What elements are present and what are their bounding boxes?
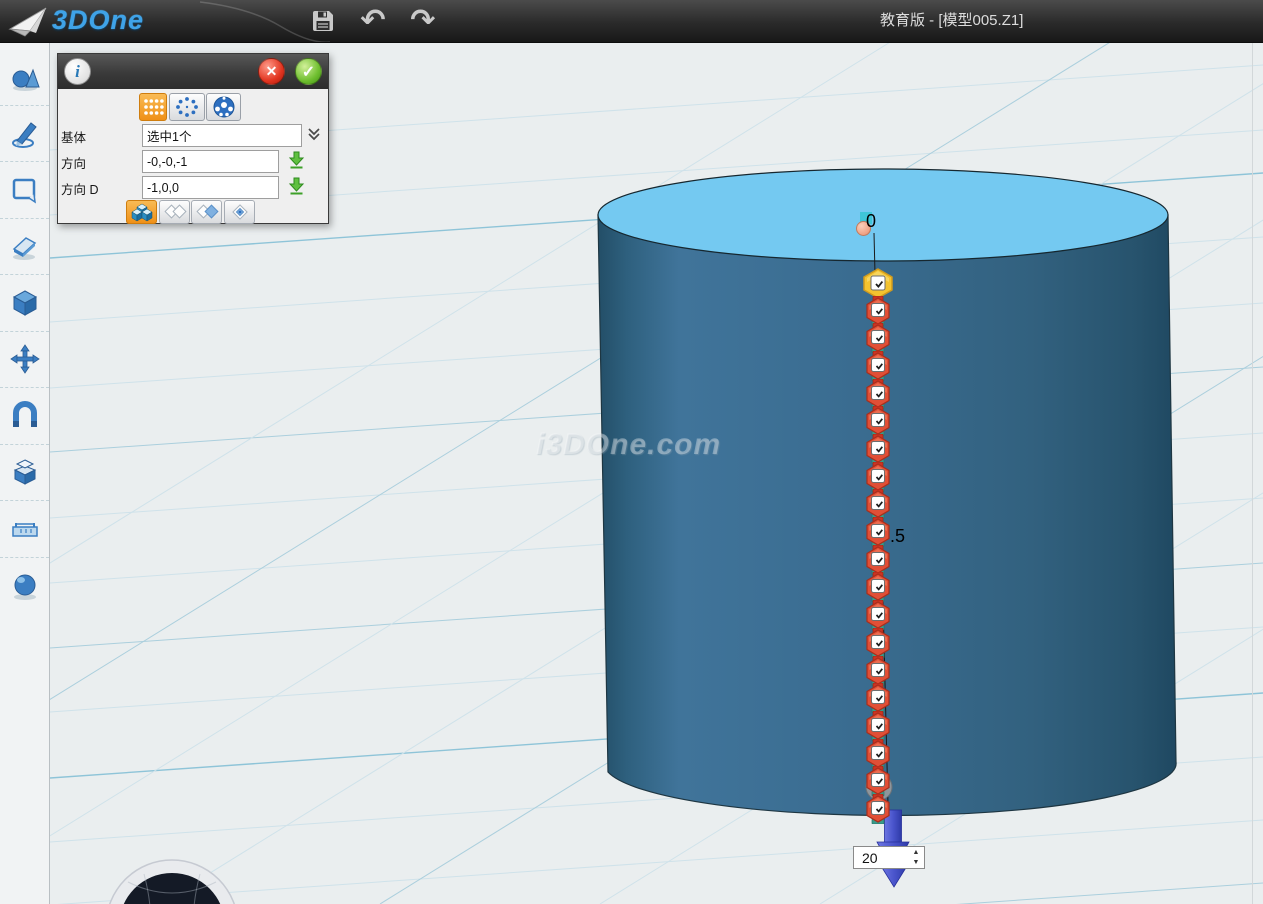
eraser-icon [9, 230, 41, 262]
field-label-direction-d: 方向 D [61, 179, 141, 198]
field-label-base: 基体 [61, 127, 141, 146]
sidebar-item-move[interactable] [0, 332, 49, 389]
sidebar-item-eraser[interactable] [0, 219, 49, 276]
option-diamond-dot[interactable] [224, 200, 255, 224]
direction-input[interactable] [142, 150, 279, 173]
sidebar-item-primitives[interactable] [0, 49, 49, 106]
cylinder-top-face[interactable] [598, 169, 1168, 261]
application-window: i3DOne.com 0 .5 ▲ ▼ [0, 0, 1263, 904]
primitives-icon [9, 61, 41, 93]
option-diamond-blue[interactable] [191, 200, 222, 224]
direction-d-input[interactable] [142, 176, 279, 199]
sidebar-item-solid[interactable] [0, 275, 49, 332]
check-icon: ✓ [302, 62, 315, 82]
sphere-pattern-icon [212, 95, 236, 119]
tool-sidebar [0, 42, 50, 904]
green-pick-arrow-icon [288, 150, 305, 169]
close-icon: ✕ [266, 63, 278, 80]
cancel-button[interactable]: ✕ [258, 58, 285, 85]
move-icon [9, 343, 41, 375]
green-pick-arrow-icon [288, 176, 305, 195]
sidebar-item-assembly[interactable] [0, 388, 49, 445]
window-title: 教育版 - [模型005.Z1] [880, 0, 1023, 42]
sketch-pen-icon [9, 117, 41, 149]
option-pattern-geometry[interactable] [126, 200, 157, 224]
pattern-dialog: i ✕ ✓ [57, 53, 329, 224]
sidebar-item-measure[interactable] [0, 501, 49, 558]
sidebar-item-material[interactable] [0, 558, 49, 614]
title-bar: 3DOne ↶ ↷ 教育版 - [模型005 [0, 0, 1263, 43]
pattern-instance-marker[interactable] [865, 794, 891, 829]
sketch-plane-icon [9, 174, 41, 206]
option-diamond-pair[interactable] [159, 200, 190, 224]
sidebar-item-sketch[interactable] [0, 106, 49, 163]
tab-linear-pattern[interactable] [139, 93, 167, 121]
viewport-right-border [1252, 42, 1253, 904]
pattern-cubes-icon [129, 201, 155, 223]
tab-sphere-pattern[interactable] [206, 93, 241, 121]
sidebar-item-sketch-plane[interactable] [0, 162, 49, 219]
brand-name: 3DOne [52, 5, 144, 36]
material-sphere-icon [9, 569, 41, 601]
base-selection-input[interactable] [142, 124, 302, 147]
diamond-dot-icon [227, 202, 253, 222]
tab-circular-pattern[interactable] [169, 93, 205, 121]
solid-cube-icon [9, 287, 41, 319]
field-label-direction: 方向 [61, 153, 141, 172]
spacing-label: .5 [890, 526, 905, 547]
magnet-assembly-icon [9, 400, 41, 432]
pick-direction-d-button[interactable] [288, 176, 306, 194]
diamond-blue-icon [194, 202, 220, 222]
sidebar-item-combine[interactable] [0, 445, 49, 502]
circular-pattern-icon [175, 96, 199, 118]
pattern-count-box: ▲ ▼ [853, 846, 925, 869]
redo-button[interactable]: ↷ [406, 4, 440, 38]
paper-plane-icon [6, 3, 48, 37]
redo-icon: ↷ [410, 6, 435, 36]
diamond-pair-icon [162, 202, 188, 222]
confirm-button[interactable]: ✓ [295, 58, 322, 85]
combine-icon [9, 456, 41, 488]
spinner-down-icon[interactable]: ▼ [908, 858, 924, 868]
expand-button[interactable] [306, 126, 324, 144]
save-button[interactable] [306, 4, 340, 38]
undo-icon: ↶ [360, 6, 385, 36]
view-navigation-cube[interactable] [98, 852, 246, 904]
count-spinner: ▲ ▼ [908, 847, 924, 868]
pattern-count-input[interactable] [854, 847, 908, 868]
save-icon [311, 9, 335, 33]
spinner-up-icon[interactable]: ▲ [908, 848, 924, 858]
chevron-double-down-icon [306, 126, 322, 142]
dialog-title-bar: i ✕ ✓ [58, 54, 328, 89]
origin-label: 0 [866, 211, 876, 232]
app-logo: 3DOne [6, 3, 144, 37]
measure-ruler-icon [9, 513, 41, 545]
pick-direction-button[interactable] [288, 150, 306, 168]
info-icon[interactable]: i [64, 58, 91, 85]
undo-button[interactable]: ↶ [356, 4, 390, 38]
linear-pattern-icon [142, 97, 164, 117]
